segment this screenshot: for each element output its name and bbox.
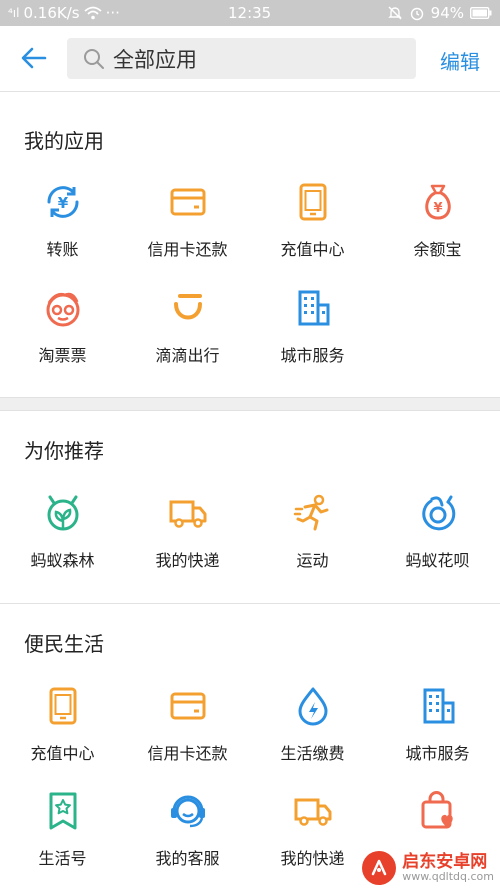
watermark: 启东安卓网 www.qdltdq.com xyxy=(362,851,494,885)
section-my-apps: 我的应用 ¥ 转账 信用卡还款 充值中心 ¥ 余额宝 淘票票 滴滴出行 城市服务 xyxy=(0,92,500,397)
app-tile[interactable]: 我的快递 xyxy=(250,791,375,889)
app-label: 充值中心 xyxy=(30,744,95,763)
watermark-url: www.qdltdq.com xyxy=(402,870,494,884)
status-bar: ⁴ıl 0.16K/s ··· 12:35 94% xyxy=(0,0,500,26)
status-right: 94% xyxy=(387,3,492,23)
app-tile[interactable]: 城市服务 xyxy=(375,686,500,786)
clock: 12:35 xyxy=(228,4,272,22)
app-tile[interactable]: 淘票票 xyxy=(0,288,125,388)
app-tile[interactable]: 生活号 xyxy=(0,791,125,889)
app-label: 我的快递 xyxy=(280,849,345,868)
alarm-icon xyxy=(410,7,423,21)
battery-icon xyxy=(470,7,492,19)
app-label: 运动 xyxy=(296,551,329,570)
city-building-icon xyxy=(298,290,329,326)
more-dots: ··· xyxy=(105,4,120,22)
search-text: 全部应用 xyxy=(113,47,197,72)
app-tile[interactable]: 生活缴费 xyxy=(250,686,375,786)
header: 全部应用 编辑 xyxy=(0,26,500,92)
mute-bell-icon xyxy=(387,6,402,20)
svg-text:¥: ¥ xyxy=(433,201,442,216)
section-title: 为你推荐 xyxy=(24,439,104,463)
app-label: 信用卡还款 xyxy=(147,240,228,259)
app-tile[interactable]: 运动 xyxy=(250,493,375,593)
battery-percent: 94% xyxy=(430,4,464,22)
customer-service-icon xyxy=(170,795,205,828)
life-account-icon xyxy=(49,792,76,830)
app-tile[interactable]: 信用卡还款 xyxy=(125,686,250,786)
app-tile[interactable]: 信用卡还款 xyxy=(125,182,250,282)
app-tile[interactable]: ¥ 余额宝 xyxy=(375,182,500,282)
watermark-logo-icon xyxy=(362,851,397,885)
app-tile[interactable]: 充值中心 xyxy=(0,686,125,786)
ant-forest-icon xyxy=(47,495,78,531)
taopiaopiao-icon xyxy=(46,292,79,327)
app-tile[interactable]: 城市服务 xyxy=(250,288,375,388)
back-button[interactable] xyxy=(14,40,54,76)
phone-recharge-icon xyxy=(49,687,76,725)
app-label: 城市服务 xyxy=(280,346,345,365)
edit-button[interactable]: 编辑 xyxy=(440,46,480,75)
money-bag-icon: ¥ xyxy=(424,184,451,220)
section-recommended: 为你推荐 蚂蚁森林 我的快递 运动 蚂蚁花呗 xyxy=(0,411,500,603)
credit-card-icon xyxy=(170,188,205,216)
app-label: 蚂蚁森林 xyxy=(30,551,95,570)
water-drop-icon xyxy=(298,687,327,726)
app-label: 充值中心 xyxy=(280,240,345,259)
app-tile[interactable]: 我的客服 xyxy=(125,791,250,889)
status-left: ⁴ıl 0.16K/s ··· xyxy=(8,3,120,23)
section-title: 我的应用 xyxy=(24,129,104,153)
didi-icon xyxy=(173,294,202,320)
section-title: 便民生活 xyxy=(24,632,104,656)
app-tile[interactable]: 蚂蚁森林 xyxy=(0,493,125,593)
app-tile[interactable]: 蚂蚁花呗 xyxy=(375,493,500,593)
app-label: 转账 xyxy=(46,240,79,259)
app-tile[interactable]: ¥ 转账 xyxy=(0,182,125,282)
app-label: 生活号 xyxy=(38,849,87,868)
phone-recharge-icon xyxy=(299,183,326,221)
app-label: 信用卡还款 xyxy=(147,744,228,763)
section-convenient-life: 便民生活 充值中心 信用卡还款 生活缴费 城市服务 生活号 我的客服 我的快递 … xyxy=(0,604,500,889)
app-tile[interactable]: 我的快递 xyxy=(125,493,250,593)
arrow-left-icon xyxy=(21,47,47,69)
delivery-truck-icon xyxy=(294,798,331,826)
transfer-icon: ¥ xyxy=(46,186,79,218)
app-label: 生活缴费 xyxy=(280,744,345,763)
delivery-truck-icon xyxy=(169,500,206,528)
running-icon xyxy=(293,494,328,531)
huabei-icon xyxy=(421,495,455,531)
app-label: 我的快递 xyxy=(155,551,220,570)
app-label: 城市服务 xyxy=(405,744,470,763)
section-divider xyxy=(0,397,500,411)
app-tile[interactable]: 充值中心 xyxy=(250,182,375,282)
svg-text:¥: ¥ xyxy=(57,194,68,212)
app-tile[interactable]: 滴滴出行 xyxy=(125,288,250,388)
signal-icon: ⁴ıl xyxy=(8,6,20,20)
search-input[interactable]: 全部应用 xyxy=(67,38,416,79)
watermark-name: 启东安卓网 xyxy=(402,851,488,872)
city-building-icon xyxy=(423,688,454,724)
app-label: 淘票票 xyxy=(38,346,87,365)
app-label: 滴滴出行 xyxy=(155,346,220,365)
network-speed: 0.16K/s xyxy=(23,4,80,22)
search-icon xyxy=(84,48,104,69)
shopping-bag-heart-icon xyxy=(421,791,453,829)
app-label: 我的客服 xyxy=(155,849,220,868)
app-label: 余额宝 xyxy=(413,240,462,259)
credit-card-icon xyxy=(170,692,205,720)
app-label: 蚂蚁花呗 xyxy=(405,551,470,570)
wifi-icon xyxy=(84,6,102,20)
